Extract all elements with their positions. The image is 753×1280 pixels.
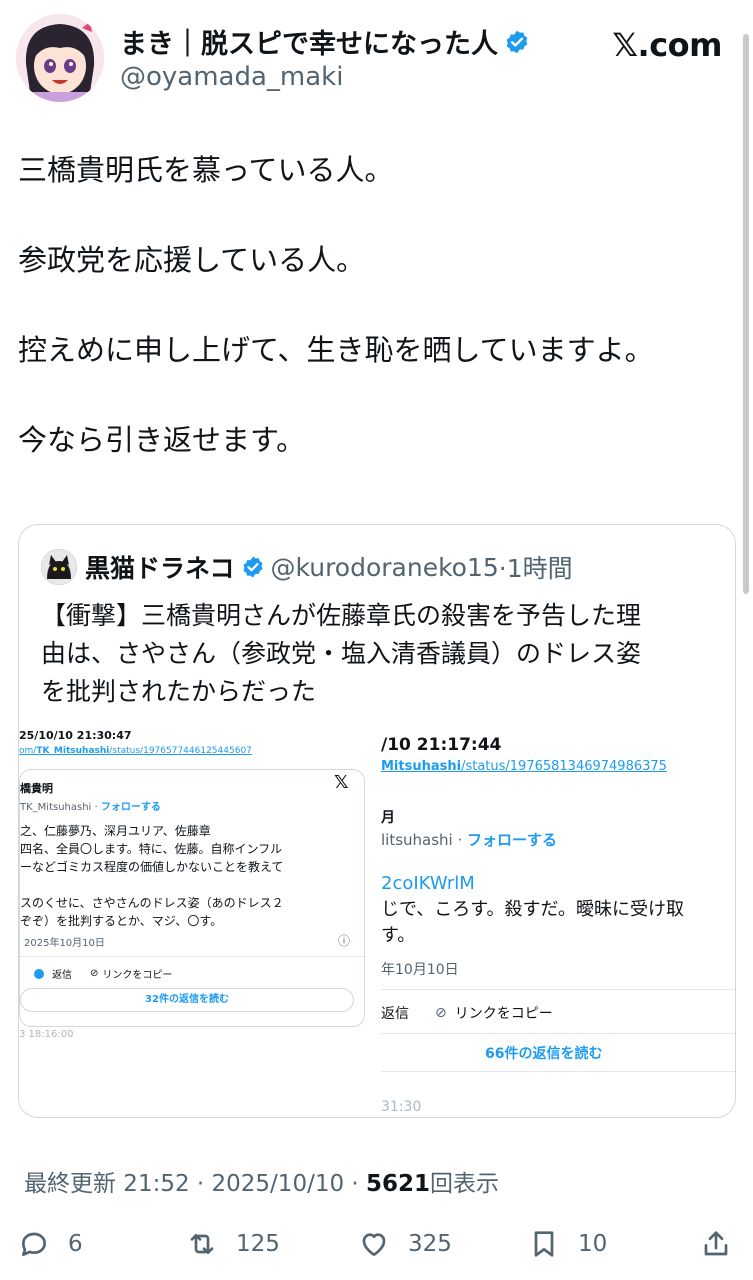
embedded-author-name: 月 [381, 810, 395, 826]
embedded-author-meta: litsuhashi · フォローする [381, 831, 558, 849]
reply-count: 6 [68, 1231, 83, 1257]
share-icon [704, 1231, 728, 1256]
reply-dot-icon [34, 968, 44, 979]
embedded-author-name: 橋貴明 [20, 782, 53, 795]
embedded-post-text: じで、ころす。殺すだ。曖昧に受け取 す。 [381, 899, 684, 946]
embedded-actions: 返信 ⊘ リンクをコピー [381, 1005, 553, 1022]
action-bar: 6 125 325 10 [18, 1222, 738, 1266]
tweet-header: まき｜脱スピで幸せになった人 @oyamada_maki 𝕏.com [16, 14, 736, 104]
quoted-text-line: を批判されたからだった [41, 677, 317, 706]
bookmark-button[interactable]: 10 [528, 1222, 607, 1266]
bookmark-icon [534, 1231, 554, 1257]
screenshot-footer: 31:30 [381, 1099, 422, 1115]
reply-button[interactable]: 6 [18, 1222, 83, 1266]
screenshot-url: Mitsuhashi/status/1976581346974986375 [381, 759, 667, 774]
scrollbar[interactable] [743, 34, 749, 594]
quoted-text-line: 【衝撃】三橋貴明さんが佐藤章氏の殺害を予告した理 [41, 601, 642, 630]
display-name[interactable]: まき｜脱スピで幸せになった人 [120, 22, 498, 61]
quoted-tweet-header: 黒猫ドラネコ @kurodoraneko15 ·1時間 [41, 549, 573, 585]
tweet-body: 三橋貴明氏を慕っている人。 参政党を応援している人。 控えめに申し上げて、生き恥… [18, 150, 738, 460]
quoted-tweet[interactable]: 黒猫ドラネコ @kurodoraneko15 ·1時間 【衝撃】三橋貴明さんが佐… [18, 524, 736, 1118]
embedded-post-text: 之、仁藤夢乃、深月ユリア、佐藤章 四名、全員〇します。特に、佐藤。自称インフル … [20, 824, 284, 928]
screenshot-timestamp: /10 21:17:44 [381, 735, 502, 755]
x-logo-icon: 𝕏 [334, 772, 349, 793]
quoted-time: ·1時間 [498, 554, 573, 583]
read-replies-button: 66件の返信を読む [485, 1046, 603, 1062]
link-icon: ⊘ [90, 968, 99, 979]
screenshot-right[interactable]: /10 21:17:44 Mitsuhashi/status/197658134… [381, 721, 735, 1117]
heart-icon [362, 1233, 386, 1256]
link-icon: ⊘ [435, 1005, 447, 1021]
view-count-label: 回表示 [430, 1171, 500, 1197]
embedded-actions: 返信 ⊘ リンクをコピー [34, 966, 172, 981]
anime-avatar-icon [16, 14, 104, 102]
repost-count: 125 [236, 1231, 280, 1257]
tweet-line: 三橋貴明氏を慕っている人。 [18, 153, 394, 187]
share-button[interactable] [700, 1222, 732, 1266]
quoted-media[interactable]: 25/10/10 21:30:47 om/TK_Mitsuhashi/statu… [19, 721, 735, 1117]
embedded-post-card: 橋貴明 TK_Mitsuhashi · フォローする 𝕏 之、仁藤夢乃、深月ユリ… [19, 769, 365, 1027]
updated-timestamp[interactable]: 最終更新 21:52 · 2025/10/10 · [24, 1171, 359, 1197]
embedded-author-meta: TK_Mitsuhashi · フォローする [20, 802, 161, 813]
embedded-post-date: 2025年10月10日 [24, 938, 105, 949]
embedded-post-date: 年10月10日 [381, 962, 459, 978]
verified-badge-icon [243, 556, 263, 578]
tweet-line: 参政党を応援している人。 [18, 243, 366, 277]
repost-button[interactable]: 125 [186, 1222, 280, 1266]
author-name-row: まき｜脱スピで幸せになった人 [120, 22, 530, 61]
quoted-handle[interactable]: @kurodoraneko15 [271, 553, 499, 582]
screenshot-timestamp: 25/10/10 21:30:47 [19, 729, 132, 742]
read-replies-button: 32件の返信を読む [20, 988, 354, 1012]
quoted-display-name[interactable]: 黒猫ドラネコ [85, 549, 235, 585]
verified-badge-icon [506, 30, 528, 53]
embedded-link: 2coIKWrlM [381, 873, 475, 894]
screenshot-footer: 3 18:16:00 [19, 1029, 74, 1040]
repost-icon [190, 1234, 214, 1254]
screenshot-left[interactable]: 25/10/10 21:30:47 om/TK_Mitsuhashi/statu… [19, 721, 369, 1041]
tweet-line: 今なら引き返せます。 [18, 423, 306, 457]
black-cat-icon [41, 549, 77, 585]
like-count: 325 [408, 1231, 452, 1257]
quoted-text: 【衝撃】三橋貴明さんが佐藤章氏の殺害を予告した理 由は、さやさん（参政党・塩入清… [41, 597, 721, 711]
screenshot-url: om/TK_Mitsuhashi/status/1976577446125445… [19, 746, 252, 756]
view-count: 5621 [366, 1171, 431, 1197]
quoted-text-line: 由は、さやさん（参政党・塩入清香議員）のドレス姿 [41, 639, 642, 668]
bookmark-count: 10 [578, 1231, 608, 1257]
author-handle[interactable]: @oyamada_maki [120, 62, 343, 92]
tweet-line: 控えめに申し上げて、生き恥を晒していますよ。 [18, 333, 654, 367]
like-button[interactable]: 325 [358, 1222, 452, 1266]
info-icon: ⓘ [338, 934, 351, 948]
author-avatar[interactable] [16, 14, 104, 102]
tweet-meta: 最終更新 21:52 · 2025/10/10 · 5621回表示 [24, 1164, 499, 1198]
reply-icon [22, 1232, 46, 1256]
site-logo[interactable]: 𝕏.com [612, 26, 722, 64]
quoted-avatar[interactable] [41, 549, 77, 585]
